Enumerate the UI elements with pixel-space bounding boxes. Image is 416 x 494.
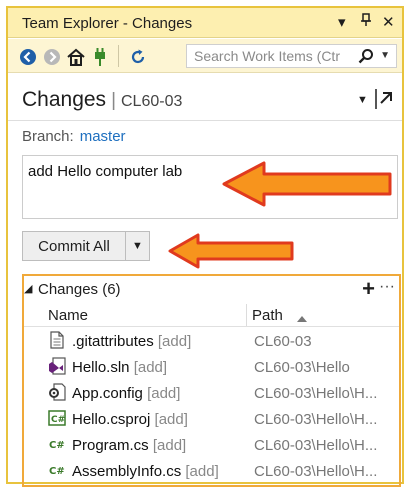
search-work-items-input[interactable]: Search Work Items (Ctr ▼: [186, 44, 397, 68]
close-icon[interactable]: ✕: [382, 13, 395, 31]
column-header-row: Name Path: [24, 304, 399, 327]
file-name: AssemblyInfo.cs: [72, 463, 182, 480]
sort-ascending-icon: [296, 310, 308, 327]
table-row[interactable]: Hello.sln [add] CL60-03\Hello: [24, 354, 399, 380]
file-status: [add]: [154, 411, 188, 428]
team-explorer-window: Team Explorer - Changes ▾ ✕ Search Work …: [6, 6, 404, 487]
header-divider: [8, 120, 402, 121]
window-menu-dropdown-icon[interactable]: ▾: [338, 13, 346, 31]
file-name: Program.cs: [72, 437, 149, 454]
table-row[interactable]: .gitattributes [add] CL60-03: [24, 328, 399, 354]
commit-message-text: add Hello computer lab: [28, 163, 183, 180]
changes-section: ◢ Changes (6) + ··· Name Path .gitattrib…: [22, 274, 401, 487]
search-icon[interactable]: [358, 48, 374, 69]
svg-text:C#: C#: [49, 466, 65, 477]
table-row[interactable]: App.config [add] CL60-03\Hello\H...: [24, 380, 399, 406]
title-bar: Team Explorer - Changes ▾ ✕: [8, 8, 402, 38]
window-title: Team Explorer - Changes: [22, 15, 193, 32]
file-status: [add]: [185, 463, 219, 480]
search-placeholder: Search Work Items (Ctr: [194, 48, 340, 64]
file-status: [add]: [147, 385, 181, 402]
branch-link[interactable]: master: [80, 128, 126, 145]
connect-icon[interactable]: [90, 47, 110, 67]
file-name: .gitattributes: [72, 333, 154, 350]
forward-icon[interactable]: [42, 47, 62, 67]
changes-section-header[interactable]: ◢ Changes (6) + ···: [24, 276, 399, 304]
config-icon: [48, 383, 66, 401]
svg-text:C#: C#: [49, 440, 65, 451]
file-path: CL60-03\Hello\H...: [254, 463, 378, 480]
add-plus-icon[interactable]: +: [362, 276, 375, 302]
file-status: [add]: [157, 333, 192, 350]
table-row[interactable]: C# Program.cs [add] CL60-03\Hello\H...: [24, 432, 399, 458]
csharp-icon: C#: [48, 435, 66, 453]
toolbar: Search Work Items (Ctr ▼: [8, 39, 402, 73]
table-row[interactable]: C# Hello.csproj [add] CL60-03\Hello\H...: [24, 406, 399, 432]
commit-all-button[interactable]: Commit All: [22, 231, 126, 261]
collapse-triangle-icon[interactable]: ◢: [24, 282, 32, 295]
file-name: App.config: [72, 385, 143, 402]
pin-icon[interactable]: [360, 13, 372, 31]
page-menu-dropdown-icon[interactable]: ▼: [357, 94, 368, 106]
file-path: CL60-03\Hello: [254, 359, 350, 376]
back-icon[interactable]: [18, 47, 38, 67]
solution-icon: [48, 357, 66, 375]
file-path: CL60-03\Hello\H...: [254, 385, 378, 402]
page-header: Changes | CL60-03: [22, 88, 182, 112]
more-options-icon[interactable]: ···: [379, 278, 395, 296]
commit-button-group: Commit All ▼: [22, 231, 150, 261]
csproj-icon: C#: [48, 409, 66, 427]
search-options-dropdown-icon[interactable]: ▼: [380, 50, 390, 61]
page-title: Changes: [22, 88, 107, 111]
file-path: CL60-03\Hello\H...: [254, 437, 378, 454]
refresh-icon[interactable]: [128, 47, 148, 67]
column-path-header[interactable]: Path: [252, 307, 283, 324]
file-name: Hello.csproj: [72, 411, 151, 428]
navigate-popout-icon[interactable]: [374, 88, 394, 110]
annotation-arrow-commit: [168, 233, 294, 269]
title-separator: |: [111, 90, 116, 111]
svg-text:C#: C#: [51, 415, 65, 425]
file-status: [add]: [152, 437, 187, 454]
file-path: CL60-03: [254, 333, 312, 350]
csharp-icon: C#: [48, 461, 66, 479]
branch-row: Branch: master: [22, 128, 126, 145]
column-separator[interactable]: [246, 304, 247, 326]
changes-section-title: Changes (6): [38, 281, 121, 298]
commit-options-dropdown-icon[interactable]: ▼: [126, 231, 150, 261]
column-name-header[interactable]: Name: [48, 307, 88, 324]
file-status: [add]: [133, 359, 168, 376]
home-icon[interactable]: [66, 47, 86, 67]
repo-name: CL60-03: [121, 93, 183, 110]
branch-label: Branch:: [22, 128, 74, 145]
annotation-arrow-message: [222, 161, 392, 207]
table-row[interactable]: C# AssemblyInfo.cs [add] CL60-03\Hello\H…: [24, 458, 399, 484]
file-name: Hello.sln: [72, 359, 130, 376]
file-path: CL60-03\Hello\H...: [254, 411, 378, 428]
file-icon: [48, 331, 66, 349]
